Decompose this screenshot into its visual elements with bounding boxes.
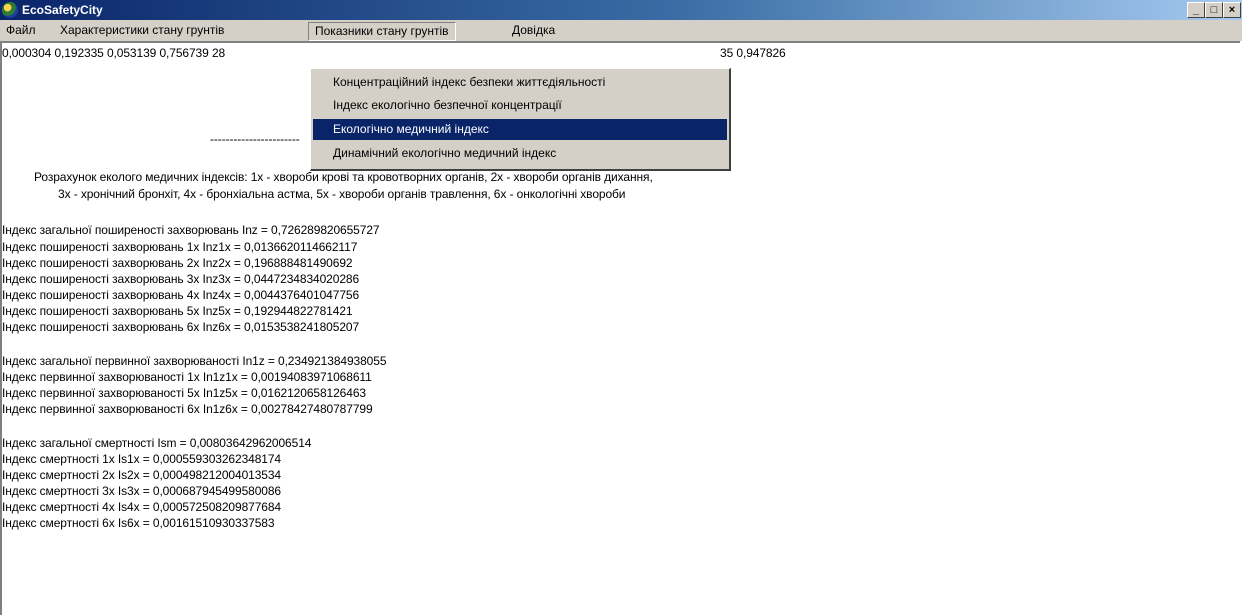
result-line: Індекс смертності 4х Is4х = 0,0005725082…	[2, 500, 282, 514]
description-line-2: 3х - хронічний бронхіт, 4х - бронхіальна…	[58, 187, 626, 201]
result-line: Індекс смертності 2х Is2х = 0,0004982120…	[2, 468, 282, 482]
menu-soil-characteristics[interactable]: Характеристики стану грунтів	[54, 22, 230, 39]
description-line-1: Розрахунок еколого медичних індексів: 1х…	[34, 170, 653, 184]
values-line-right: 35 0,947826	[720, 46, 786, 60]
window-title: EcoSafetyCity	[22, 3, 103, 17]
result-line: Індекс поширеності захворювань 2х Inz2х …	[2, 256, 353, 270]
result-line: Індекс смертності 1х Is1х = 0,0005593032…	[2, 452, 282, 466]
result-line: Індекс смертності 6х Is6х = 0,0016151093…	[2, 516, 275, 530]
menu-soil-indicators[interactable]: Показники стану грунтів	[308, 22, 456, 41]
result-line: Індекс загальної смертності Ism = 0,0080…	[2, 436, 312, 450]
app-globe-icon	[2, 2, 18, 18]
title-bar: EcoSafetyCity _ □ ×	[0, 0, 1242, 20]
result-line: Індекс первинної захворюваності 6х In1z6…	[2, 402, 373, 416]
minimize-button[interactable]: _	[1187, 2, 1205, 18]
dropdown-item-concentration-safety-index[interactable]: Концентраційний індекс безпеки життєдіял…	[313, 72, 727, 93]
result-line: Індекс загальної первинної захворюваност…	[2, 354, 387, 368]
menu-file[interactable]: Файл	[0, 22, 42, 39]
result-line: Індекс поширеності захворювань 3х Inz3х …	[2, 272, 360, 286]
result-line: Індекс первинної захворюваності 5х In1z5…	[2, 386, 366, 400]
result-line: Індекс первинної захворюваності 1х In1z1…	[2, 370, 372, 384]
dropdown-item-eco-medical-index[interactable]: Екологічно медичний індекс	[313, 119, 727, 140]
maximize-button[interactable]: □	[1205, 2, 1223, 18]
result-line: Індекс загальної поширеності захворювань…	[2, 223, 380, 237]
result-line: Індекс поширеності захворювань 1х Inz1х …	[2, 240, 358, 254]
result-line: Індекс поширеності захворювань 5х Inz5х …	[2, 304, 353, 318]
menu-bar: Файл Характеристики стану грунтів Показн…	[0, 20, 1242, 41]
separator-dashes: -----------------------	[210, 132, 300, 146]
result-line: Індекс поширеності захворювань 4х Inz4х …	[2, 288, 360, 302]
dropdown-item-dynamic-eco-medical-index[interactable]: Динамічний екологічно медичний індекс	[313, 143, 727, 164]
close-button[interactable]: ×	[1223, 2, 1241, 18]
soil-indicators-dropdown: Концентраційний індекс безпеки життєдіял…	[310, 68, 731, 171]
dropdown-item-eco-safe-concentration-index[interactable]: Індекс екологічно безпечної концентрації	[313, 95, 727, 116]
menu-help[interactable]: Довідка	[506, 22, 561, 39]
result-line: Індекс смертності 3х Is3х = 0,0006879454…	[2, 484, 282, 498]
values-line-left: 0,000304 0,192335 0,053139 0,756739 28	[2, 46, 226, 60]
result-line: Індекс поширеності захворювань 6х Inz6х …	[2, 320, 360, 334]
